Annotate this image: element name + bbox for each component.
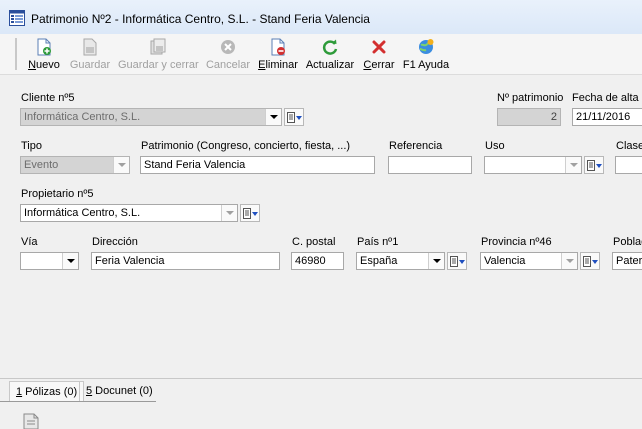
cancel-icon bbox=[221, 40, 235, 54]
propietario-lookup-button[interactable] bbox=[240, 204, 260, 222]
chevron-down-icon[interactable] bbox=[221, 205, 237, 221]
delete-label: Eliminar bbox=[258, 59, 298, 71]
document-icon[interactable] bbox=[22, 413, 42, 429]
patrimonio-label: Patrimonio (Congreso, concierto, fiesta,… bbox=[141, 140, 351, 152]
pais-label: País nº1 bbox=[357, 236, 399, 248]
via-label: Vía bbox=[21, 236, 38, 248]
provincia-label: Provincia nº46 bbox=[481, 236, 552, 248]
poblacion-label: Poblac bbox=[613, 236, 642, 248]
chevron-down-icon[interactable] bbox=[62, 253, 78, 269]
pais-lookup-button[interactable] bbox=[447, 252, 467, 270]
app-window-icon bbox=[9, 10, 25, 26]
referencia-field[interactable] bbox=[388, 156, 472, 174]
list-lookup-icon bbox=[587, 160, 602, 171]
pais-value: España bbox=[360, 255, 398, 267]
chevron-down-icon[interactable] bbox=[565, 157, 581, 173]
fecha-alta-label: Fecha de alta bbox=[572, 92, 639, 104]
n-patrimonio-label: Nº patrimonio bbox=[497, 92, 564, 104]
referencia-label: Referencia bbox=[389, 140, 443, 152]
window-title: Patrimonio Nº2 - Informática Centro, S.L… bbox=[31, 12, 370, 26]
direccion-field[interactable]: Feria Valencia bbox=[91, 252, 280, 270]
chevron-down-icon[interactable] bbox=[428, 253, 444, 269]
patrimonio-field[interactable]: Stand Feria Valencia bbox=[140, 156, 375, 174]
toolbar-grip[interactable] bbox=[15, 38, 17, 70]
uso-label: Uso bbox=[485, 140, 505, 152]
list-lookup-icon bbox=[450, 256, 465, 267]
tab-content-divider bbox=[0, 401, 156, 402]
tipo-combo[interactable]: Evento bbox=[20, 156, 130, 174]
new-button[interactable]: Nuevo bbox=[26, 36, 62, 72]
provincia-value: Valencia bbox=[484, 255, 526, 267]
tipo-value: Evento bbox=[24, 159, 59, 171]
help-label: F1 Ayuda bbox=[402, 59, 450, 71]
refresh-icon bbox=[322, 39, 338, 55]
fecha-alta-field[interactable]: 21/11/2016 bbox=[572, 108, 642, 126]
save-button[interactable]: Guardar bbox=[69, 36, 111, 72]
list-lookup-icon bbox=[583, 256, 598, 267]
list-lookup-icon bbox=[287, 112, 302, 123]
chevron-down-icon[interactable] bbox=[113, 157, 129, 173]
chevron-down-icon[interactable] bbox=[561, 253, 577, 269]
cpostal-label: C. postal bbox=[292, 236, 336, 248]
save-icon bbox=[83, 38, 97, 56]
propietario-value: Informática Centro, S.L. bbox=[24, 207, 141, 219]
cancel-button[interactable]: Cancelar bbox=[205, 36, 251, 72]
tipo-label: Tipo bbox=[21, 140, 42, 152]
help-button[interactable]: F1 Ayuda bbox=[402, 36, 450, 72]
delete-document-icon bbox=[271, 38, 285, 56]
poblacion-field[interactable]: Pater bbox=[612, 252, 642, 270]
provincia-combo[interactable]: Valencia bbox=[480, 252, 578, 270]
cliente-value: Informática Centro, S.L. bbox=[24, 111, 141, 123]
n-patrimonio-field: 2 bbox=[497, 108, 561, 126]
tab-polizas[interactable]: 1 Pólizas (0) bbox=[9, 381, 85, 402]
tab-docunet[interactable]: 5 Docunet (0) bbox=[79, 381, 159, 401]
uso-lookup-button[interactable] bbox=[584, 156, 604, 174]
close-label: Cerrar bbox=[363, 59, 395, 71]
pais-combo[interactable]: España bbox=[356, 252, 445, 270]
refresh-button[interactable]: Actualizar bbox=[305, 36, 355, 72]
new-document-icon bbox=[37, 38, 51, 56]
cancel-label: Cancelar bbox=[205, 59, 251, 71]
new-label: Nuevo bbox=[28, 59, 60, 71]
cliente-combo[interactable]: Informática Centro, S.L. bbox=[20, 108, 282, 126]
direccion-label: Dirección bbox=[92, 236, 138, 248]
propietario-label: Propietario nº5 bbox=[21, 188, 94, 200]
uso-combo[interactable] bbox=[484, 156, 582, 174]
cliente-label: Cliente nº5 bbox=[21, 92, 75, 104]
save-and-close-button[interactable]: Guardar y cerrar bbox=[118, 36, 199, 72]
tab-strip-divider bbox=[0, 378, 642, 379]
save-label: Guardar bbox=[69, 59, 111, 71]
refresh-label: Actualizar bbox=[305, 59, 355, 71]
clase-label: Clase bbox=[616, 140, 642, 152]
close-button[interactable]: Cerrar bbox=[362, 36, 396, 72]
cliente-lookup-button[interactable] bbox=[284, 108, 304, 126]
close-x-icon bbox=[372, 40, 386, 54]
list-lookup-icon bbox=[243, 208, 258, 219]
clase-field[interactable] bbox=[615, 156, 642, 174]
delete-button[interactable]: Eliminar bbox=[258, 36, 298, 72]
help-globe-icon bbox=[419, 39, 434, 54]
cpostal-field[interactable]: 46980 bbox=[291, 252, 344, 270]
save-and-close-label: Guardar y cerrar bbox=[118, 59, 199, 71]
via-combo[interactable] bbox=[20, 252, 79, 270]
chevron-down-icon[interactable] bbox=[265, 109, 281, 125]
provincia-lookup-button[interactable] bbox=[580, 252, 600, 270]
propietario-combo[interactable]: Informática Centro, S.L. bbox=[20, 204, 238, 222]
save-close-icon bbox=[150, 38, 166, 55]
